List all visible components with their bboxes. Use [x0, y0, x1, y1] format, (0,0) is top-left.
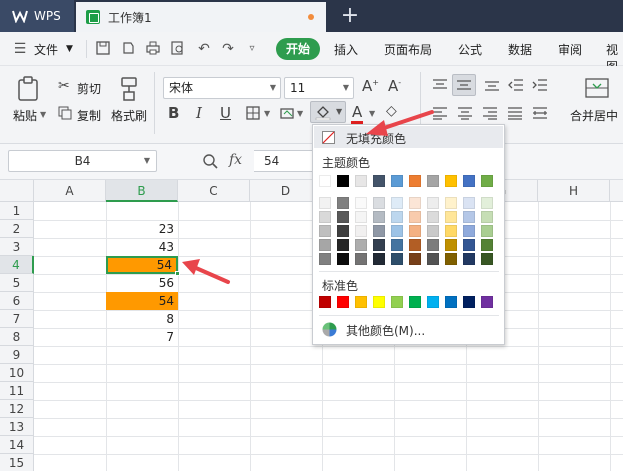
- annotation-arrows: [182, 110, 434, 284]
- arrow-to-cell-b4: [182, 259, 230, 284]
- arrow-to-no-fill: [366, 110, 434, 136]
